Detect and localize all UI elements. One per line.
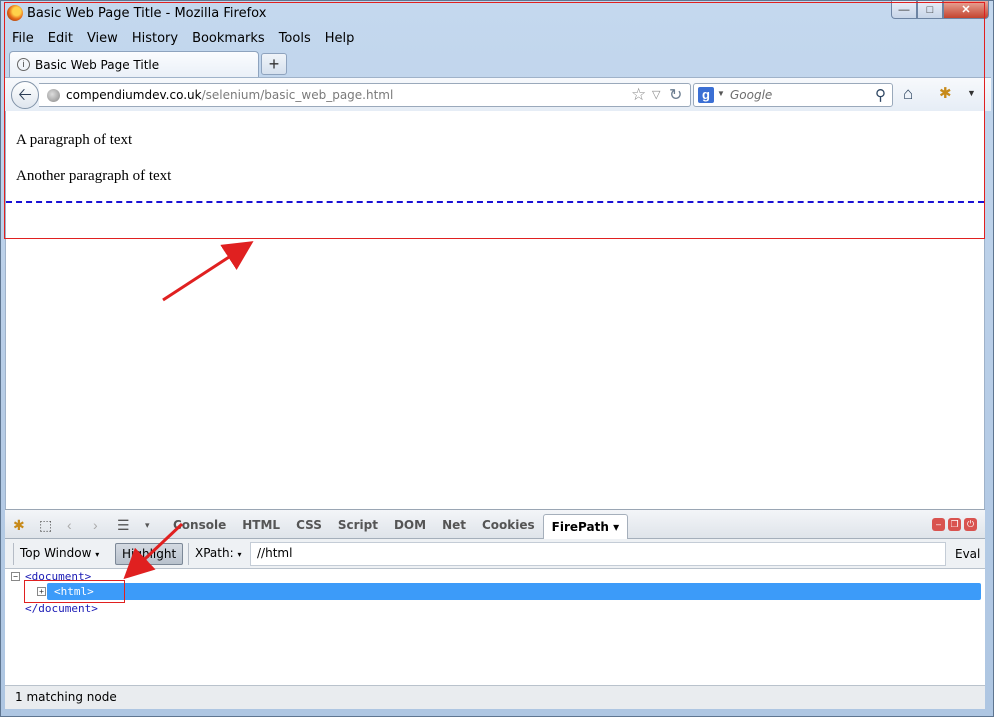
- paragraph-2: Another paragraph of text: [16, 168, 172, 184]
- firebug-menu-icon[interactable]: ✱: [13, 517, 25, 534]
- globe-icon: [47, 89, 60, 102]
- url-path: /selenium/basic_web_page.html: [201, 88, 394, 102]
- panel-list-icon[interactable]: ☰: [117, 517, 130, 534]
- url-host: compendiumdev.co.uk: [66, 88, 202, 102]
- top-window-dropdown[interactable]: Top Window ▾: [13, 543, 111, 565]
- bookmark-star-icon[interactable]: ☆: [631, 85, 646, 105]
- xpath-selector[interactable]: XPath: ▾: [188, 543, 250, 565]
- expand-icon[interactable]: +: [37, 587, 46, 596]
- home-icon[interactable]: ⌂: [903, 84, 913, 104]
- highlight-dashed-border: [6, 201, 984, 203]
- menu-history[interactable]: History: [125, 29, 185, 49]
- url-bar[interactable]: compendiumdev.co.uk/selenium/basic_web_p…: [39, 83, 691, 107]
- menu-bookmarks[interactable]: Bookmarks: [185, 29, 272, 49]
- close-firebug-icon[interactable]: ⏻: [964, 518, 977, 531]
- detach-firebug-icon[interactable]: ❐: [948, 518, 961, 531]
- menu-bar: File Edit View History Bookmarks Tools H…: [5, 29, 361, 49]
- menu-tools[interactable]: Tools: [272, 29, 318, 49]
- new-tab-button[interactable]: +: [261, 53, 287, 75]
- chevron-down-icon: ▾: [95, 550, 100, 559]
- inspect-icon[interactable]: ⬚: [39, 517, 52, 534]
- menu-edit[interactable]: Edit: [41, 29, 80, 49]
- tab-console[interactable]: Console: [165, 518, 234, 532]
- menu-file[interactable]: File: [5, 29, 41, 49]
- tree-node-document-close: </document>: [25, 602, 98, 615]
- back-arrow-icon: 🡠: [18, 85, 32, 104]
- status-bar: 1 matching node: [5, 685, 985, 709]
- firefox-logo-icon: [7, 5, 23, 21]
- panel-dropdown-icon[interactable]: ▾: [145, 520, 150, 531]
- search-placeholder: Google: [730, 88, 773, 102]
- navigation-toolbar: 🡠 compendiumdev.co.uk/selenium/basic_web…: [5, 77, 991, 111]
- back-icon[interactable]: ‹: [67, 517, 72, 533]
- maximize-button[interactable]: □: [917, 1, 943, 19]
- window-title: Basic Web Page Title - Mozilla Firefox: [27, 6, 267, 21]
- tab-css[interactable]: CSS: [288, 518, 330, 532]
- firebug-icon[interactable]: ✱: [939, 84, 952, 102]
- tree-node-document[interactable]: <document>: [25, 570, 91, 583]
- info-icon: i: [17, 58, 30, 71]
- close-button[interactable]: ✕: [943, 1, 989, 19]
- tab-script[interactable]: Script: [330, 518, 386, 532]
- search-engine-dropdown-icon[interactable]: ▼: [717, 89, 725, 98]
- window-controls: — □ ✕: [891, 1, 989, 19]
- top-window-label: Top Window: [20, 546, 92, 560]
- back-button[interactable]: 🡠: [11, 81, 39, 109]
- page-content: A paragraph of text Another paragraph of…: [5, 111, 985, 509]
- menu-help[interactable]: Help: [318, 29, 362, 49]
- reload-icon[interactable]: ↻: [669, 85, 682, 105]
- highlight-button[interactable]: Highlight: [115, 543, 183, 565]
- tree-row-html-selected[interactable]: <html>: [47, 583, 981, 600]
- url-text: compendiumdev.co.uk/selenium/basic_web_p…: [66, 88, 393, 102]
- tab-html[interactable]: HTML: [234, 518, 288, 532]
- chevron-down-icon: ▾: [237, 550, 242, 559]
- firebug-tabs: Console HTML CSS Script DOM Net Cookies …: [165, 510, 629, 540]
- tab-firepath[interactable]: FirePath ▾: [542, 513, 629, 540]
- tab-dom[interactable]: DOM: [386, 518, 434, 532]
- tree-node-html[interactable]: <html>: [54, 585, 94, 598]
- tab-strip: i Basic Web Page Title +: [1, 49, 994, 77]
- forward-icon[interactable]: ›: [93, 517, 98, 533]
- firebug-dropdown-icon[interactable]: ▼: [967, 88, 976, 98]
- search-icon[interactable]: ⚲: [875, 86, 886, 104]
- tab-cookies[interactable]: Cookies: [474, 518, 543, 532]
- firepath-tree: − <document> <html> + </document>: [5, 569, 985, 685]
- minimize-button[interactable]: —: [891, 1, 917, 19]
- history-dropdown-icon[interactable]: ▽: [652, 88, 660, 101]
- google-icon[interactable]: g: [698, 87, 714, 103]
- minimize-firebug-icon[interactable]: –: [932, 518, 945, 531]
- title-bar[interactable]: Basic Web Page Title - Mozilla Firefox —…: [1, 1, 994, 26]
- eval-button[interactable]: Eval: [955, 547, 980, 561]
- paragraph-1: A paragraph of text: [16, 132, 133, 148]
- menu-view[interactable]: View: [80, 29, 125, 49]
- tab-basic-web-page[interactable]: i Basic Web Page Title: [9, 51, 259, 77]
- tab-label: Basic Web Page Title: [35, 58, 160, 72]
- firebug-toolbar: ✱ ⬚ ‹ › ☰ ▾ Console HTML CSS Script DOM …: [5, 509, 985, 540]
- collapse-icon[interactable]: −: [11, 572, 20, 581]
- firepath-bar: Top Window ▾ Highlight XPath: ▾ //html E…: [5, 539, 985, 569]
- xpath-label: XPath:: [195, 546, 234, 560]
- tab-net[interactable]: Net: [434, 518, 474, 532]
- search-bar[interactable]: g ▼ Google ⚲: [693, 83, 893, 107]
- xpath-input[interactable]: //html: [250, 542, 946, 566]
- firefox-window: Basic Web Page Title - Mozilla Firefox —…: [0, 0, 994, 717]
